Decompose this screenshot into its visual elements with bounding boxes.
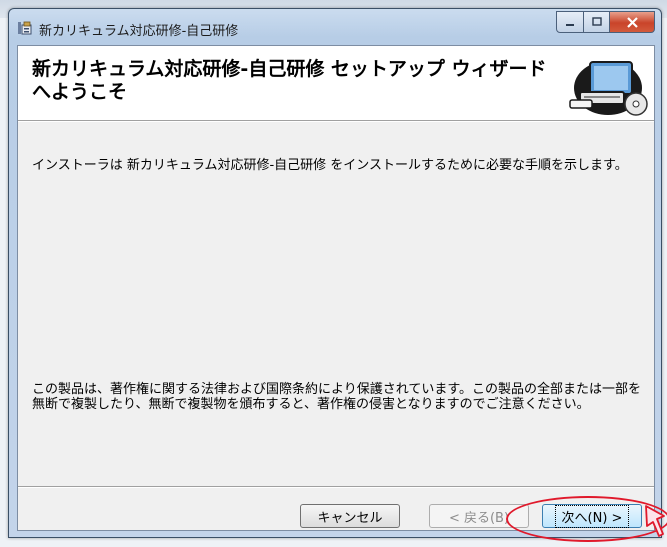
caption-buttons bbox=[556, 11, 655, 33]
close-icon bbox=[626, 16, 638, 28]
maximize-button[interactable] bbox=[584, 11, 610, 33]
next-button-highlight-annotation bbox=[506, 496, 667, 542]
copyright-notice: この製品は、著作権に関する法律および国際条約により保護されています。この製品の全… bbox=[32, 382, 642, 412]
minimize-icon bbox=[566, 24, 574, 26]
intro-text: インストーラは 新カリキュラム対応研修-自己研修 をインストールするために必要な… bbox=[32, 158, 628, 173]
close-button[interactable] bbox=[610, 11, 655, 33]
cancel-button[interactable]: キャンセル bbox=[300, 504, 400, 528]
maximize-icon bbox=[591, 17, 602, 26]
wizard-header: 新カリキュラム対応研修-自己研修 セットアップ ウィザードへようこそ bbox=[18, 46, 654, 120]
mouse-pointer-icon bbox=[645, 505, 665, 537]
window-title: 新カリキュラム対応研修-自己研修 bbox=[39, 24, 239, 39]
header-divider bbox=[18, 120, 654, 122]
title-bar[interactable]: 新カリキュラム対応研修-自己研修 bbox=[9, 9, 661, 45]
installer-app-icon bbox=[18, 21, 32, 35]
wizard-client-area: 新カリキュラム対応研修-自己研修 セットアップ ウィザードへようこそ インストー… bbox=[17, 45, 655, 531]
footer-divider bbox=[18, 486, 654, 488]
wizard-heading: 新カリキュラム対応研修-自己研修 セットアップ ウィザードへようこそ bbox=[32, 58, 547, 103]
computer-setup-icon bbox=[569, 61, 648, 116]
minimize-button[interactable] bbox=[556, 11, 584, 33]
setup-wizard-window: 新カリキュラム対応研修-自己研修 新カリキュラム対応研修-自己研修 セットアップ… bbox=[8, 8, 662, 538]
